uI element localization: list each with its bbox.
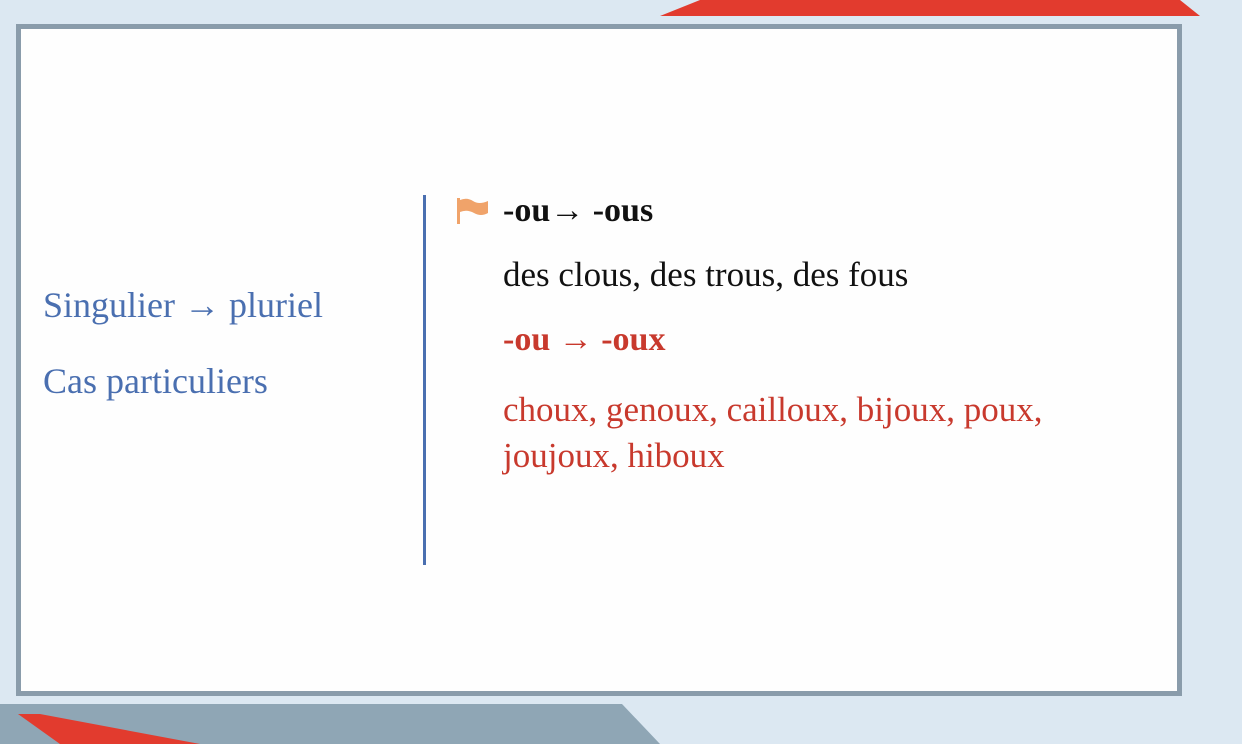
top-accent-stripe	[660, 0, 1200, 16]
rule-ous-row: -ou→ -ous	[455, 189, 1155, 233]
slide-subtitle: Cas particuliers	[43, 361, 268, 401]
rules-content: -ou→ -ous des clous, des trous, des fous…	[455, 189, 1155, 479]
bottom-decoration	[0, 704, 1242, 744]
vertical-divider	[423, 195, 426, 565]
rule-oux-examples: choux, genoux, cailloux, bijoux, poux, j…	[503, 390, 1043, 475]
slide-frame: Singulier → pluriel Cas particuliers -ou…	[16, 24, 1182, 696]
rule-ous-examples: des clous, des trous, des fous	[503, 255, 909, 294]
slide-title-block: Singulier → pluriel Cas particuliers	[43, 287, 403, 399]
flag-icon	[455, 196, 491, 226]
rule-oux-heading: -ou → -oux	[503, 321, 666, 358]
rule-ous-heading: -ou→ -ous	[503, 192, 654, 229]
slide-title: Singulier → pluriel	[43, 285, 323, 325]
